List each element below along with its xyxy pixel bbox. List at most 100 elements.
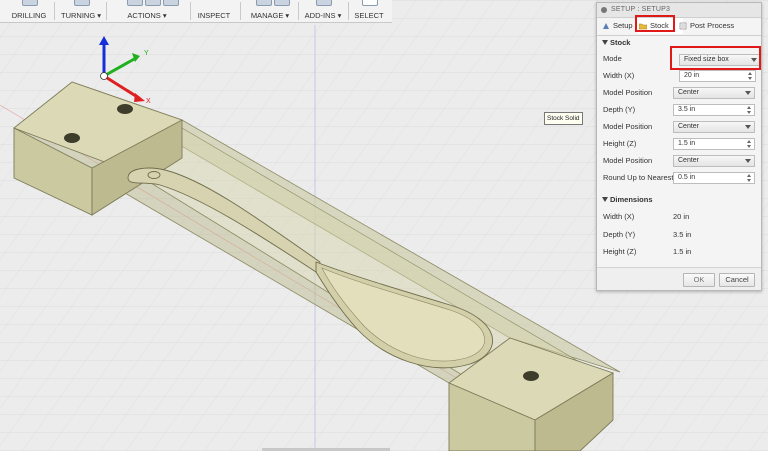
toolbar-separator	[240, 2, 241, 20]
left-block-hole-1	[64, 133, 80, 143]
model-position-y-label: Model Position	[603, 122, 653, 131]
dimensions-section-header[interactable]: Dimensions	[601, 194, 653, 206]
tab-post-process-label: Post Process	[690, 21, 735, 30]
post-process-icon	[679, 22, 687, 30]
right-block-hole	[523, 371, 539, 381]
dialog-title-bar[interactable]: SETUP : SETUP3	[597, 3, 761, 18]
add-ins-icon	[316, 0, 332, 6]
toolbar-select-label: SELECT	[354, 11, 384, 20]
toolbar-separator	[106, 2, 107, 20]
dialog-title: SETUP : SETUP3	[611, 6, 671, 13]
height-value: 1.5 in	[678, 140, 696, 147]
triad-origin	[100, 72, 108, 80]
dim-height-label: Height (Z)	[603, 247, 637, 256]
row-model-position-z: Model Position	[603, 154, 652, 168]
toolbar-separator	[54, 2, 55, 20]
spinner-icon[interactable]	[747, 105, 753, 115]
row-dim-width: Width (X)	[603, 210, 634, 224]
toolbar: DRILLING TURNING ▾ ACTIONS ▾ INSPECT MAN…	[0, 0, 392, 23]
chevron-down-icon	[745, 159, 751, 163]
actions-icon-1	[127, 0, 143, 6]
spinner-icon[interactable]	[747, 173, 753, 183]
actions-icon-3	[163, 0, 179, 6]
toolbar-separator	[348, 2, 349, 20]
toolbar-drilling[interactable]: DRILLING	[6, 0, 52, 22]
toolbar-turning[interactable]: TURNING ▾	[58, 0, 104, 22]
actions-icon-2	[145, 0, 161, 6]
height-input[interactable]: 1.5 in	[673, 138, 755, 150]
toolbar-drilling-label: DRILLING	[11, 11, 47, 20]
toolbar-manage-label: MANAGE ▾	[250, 11, 290, 20]
toolbar-separator	[298, 2, 299, 20]
toolbar-select[interactable]: SELECT	[350, 0, 388, 22]
drilling-icon	[22, 0, 38, 6]
triad-x-label: X	[146, 98, 151, 105]
model-position-z-value: Center	[678, 157, 700, 164]
row-model-position-y: Model Position	[603, 120, 652, 134]
toolbar-inspect-label: INSPECT	[197, 11, 231, 20]
manage-icon-2	[274, 0, 290, 6]
chevron-down-icon	[745, 125, 751, 129]
width-input[interactable]: 20 in	[679, 70, 756, 82]
stock-section-header[interactable]: Stock	[601, 37, 630, 49]
model-position-x-value: Center	[678, 89, 700, 96]
dim-depth-label: Depth (Y)	[603, 230, 636, 239]
dimensions-section-title: Dimensions	[610, 195, 653, 204]
tab-post-process[interactable]: Post Process	[677, 18, 766, 34]
round-up-value: 0.5 in	[678, 174, 696, 181]
toolbar-actions-label: ACTIONS ▾	[127, 11, 167, 20]
row-width: Width (X)	[603, 69, 634, 83]
model-position-y-select[interactable]: Center	[673, 121, 755, 133]
setup-tab-icon	[603, 23, 609, 29]
model-position-x-select[interactable]: Center	[673, 87, 755, 99]
toolbar-inspect[interactable]: INSPECT	[192, 0, 236, 22]
depth-input[interactable]: 3.5 in	[673, 104, 755, 116]
toolbar-add-ins[interactable]: ADD-INS ▾	[302, 0, 344, 22]
stock-solid-tooltip: Stock Solid	[544, 112, 583, 125]
chevron-down-icon	[745, 91, 751, 95]
depth-value: 3.5 in	[678, 106, 696, 113]
dim-height-value: 1.5 in	[673, 247, 692, 256]
toolbar-manage[interactable]: MANAGE ▾	[244, 0, 296, 22]
width-label: Width (X)	[603, 71, 635, 80]
model-position-y-value: Center	[678, 123, 700, 130]
round-up-label: Round Up to Nearest	[603, 173, 674, 182]
mode-select-highlight	[670, 46, 761, 70]
manage-icon-1	[256, 0, 272, 6]
cursor-icon	[362, 0, 378, 6]
toolbar-turning-label: TURNING ▾	[60, 11, 101, 20]
model-position-z-select[interactable]: Center	[673, 155, 755, 167]
tab-setup-label: Setup	[613, 21, 633, 30]
toolbar-separator	[190, 2, 191, 20]
left-block-hole-2	[117, 104, 133, 114]
collapse-triangle-icon	[602, 197, 608, 202]
spinner-icon[interactable]	[747, 139, 753, 149]
cancel-button[interactable]: Cancel	[719, 273, 755, 287]
triad-y-label: Y	[144, 50, 149, 57]
row-mode: Mode	[603, 52, 622, 66]
dim-depth-value: 3.5 in	[673, 230, 692, 239]
mode-label: Mode	[603, 54, 622, 63]
width-value: 20 in	[684, 72, 700, 79]
row-dim-height: Height (Z)	[603, 245, 636, 259]
dialog-grip-icon	[601, 7, 607, 13]
dim-width-label: Width (X)	[603, 212, 635, 221]
row-dim-depth: Depth (Y)	[603, 228, 635, 242]
dialog-footer: OK Cancel	[597, 267, 761, 290]
turning-icon	[74, 0, 90, 6]
dim-width-value: 20 in	[673, 212, 690, 221]
dialog-tabs: Setup Stock Post Process	[597, 17, 761, 36]
spinner-icon[interactable]	[748, 71, 754, 81]
row-height: Height (Z)	[603, 137, 636, 151]
row-round-up: Round Up to Nearest	[603, 171, 673, 185]
round-up-input[interactable]: 0.5 in	[673, 172, 755, 184]
depth-label: Depth (Y)	[603, 105, 636, 114]
row-model-position-x: Model Position	[603, 86, 652, 100]
model-position-x-label: Model Position	[603, 88, 653, 97]
stock-tab-highlight	[635, 15, 675, 32]
toolbar-actions[interactable]: ACTIONS ▾	[110, 0, 184, 22]
height-label: Height (Z)	[603, 139, 637, 148]
toolbar-add-ins-label: ADD-INS ▾	[304, 11, 342, 20]
model-position-z-label: Model Position	[603, 156, 653, 165]
ok-button[interactable]: OK	[683, 273, 715, 287]
